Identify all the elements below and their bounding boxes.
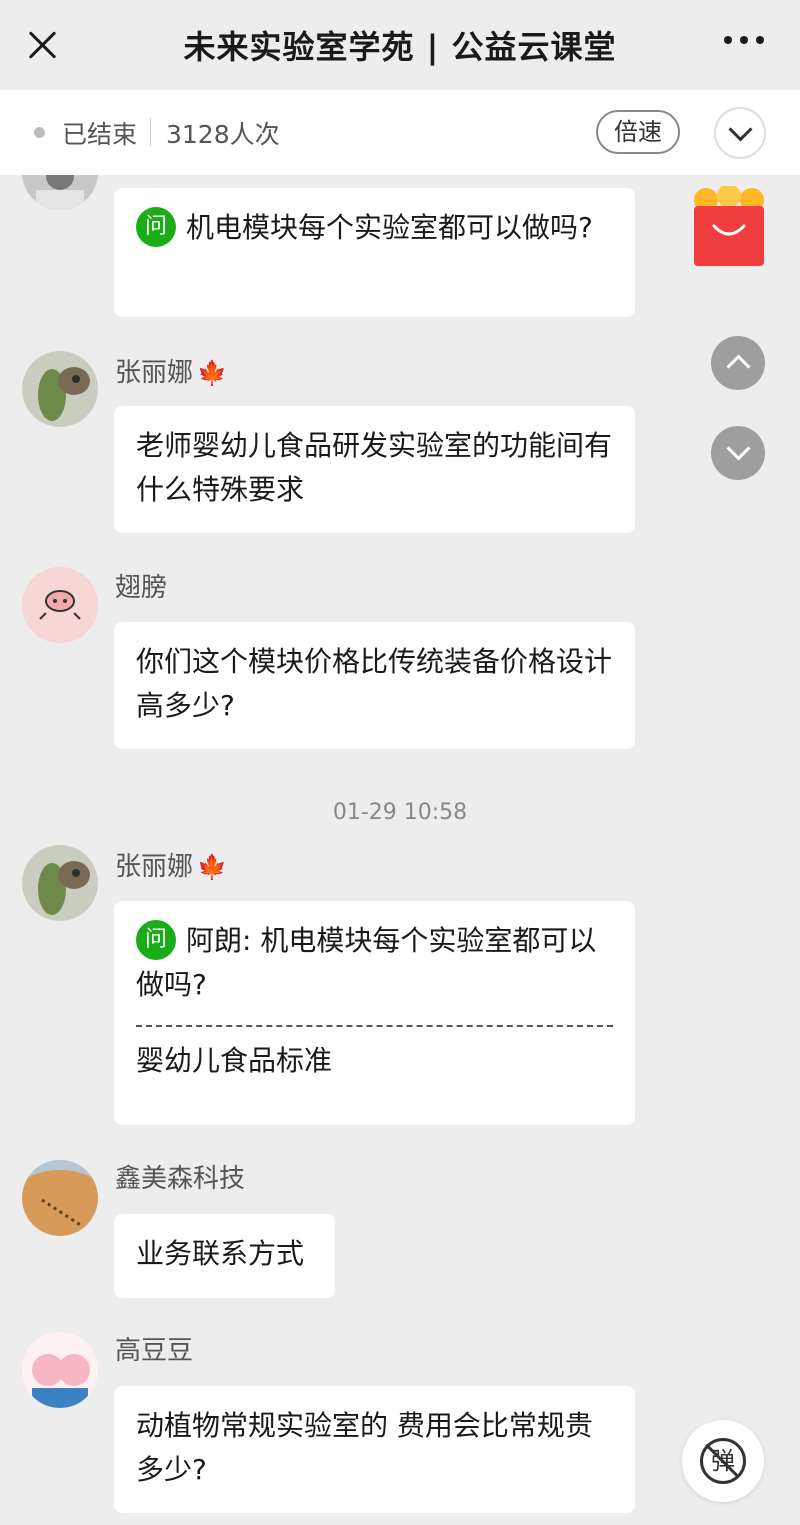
divider <box>150 118 151 146</box>
avatar[interactable] <box>22 351 98 427</box>
maple-leaf-icon: 🍁 <box>197 853 227 881</box>
dashed-divider <box>136 1025 613 1027</box>
avatar[interactable] <box>22 1160 98 1236</box>
message-text: 你们这个模块价格比传统装备价格设计高多少? <box>136 645 613 722</box>
question-badge: 问 <box>136 920 176 960</box>
live-status: 已结束 <box>62 120 138 149</box>
message-text: 老师婴幼儿食品研发实验室的功能间有什么特殊要求 <box>136 429 613 506</box>
chevron-down-icon <box>726 436 751 461</box>
chat-bubble: 业务联系方式 <box>114 1214 335 1298</box>
message-text: 婴幼儿食品标准 <box>136 1044 333 1077</box>
viewer-count: 3128人次 <box>166 120 280 149</box>
avatar[interactable] <box>22 1332 98 1408</box>
status-dot-icon <box>34 127 45 138</box>
avatar[interactable] <box>22 845 98 921</box>
more-icon[interactable] <box>724 36 764 44</box>
gift-bag-icon[interactable] <box>692 184 766 266</box>
user-name: 张丽娜 🍁 <box>115 852 227 882</box>
timestamp: 01-29 10:58 <box>332 800 468 825</box>
user-name: 翅膀 <box>115 573 168 603</box>
message-text: 机电模块每个实验室都可以做吗? <box>186 211 593 244</box>
user-name: 高豆豆 <box>115 1336 194 1366</box>
user-name: 张丽娜 🍁 <box>115 358 227 388</box>
chat-bubble: 问机电模块每个实验室都可以做吗? <box>114 188 635 317</box>
chat-bubble: 问阿朗: 机电模块每个实验室都可以做吗? 婴幼儿食品标准 <box>114 901 635 1125</box>
chat-bubble: 你们这个模块价格比传统装备价格设计高多少? <box>114 622 635 749</box>
chevron-down-icon[interactable] <box>714 107 766 159</box>
quoted-question: 问阿朗: 机电模块每个实验室都可以做吗? <box>136 919 613 1007</box>
message-text: 动植物常规实验室的 费用会比常规贵多少? <box>136 1409 593 1486</box>
maple-leaf-icon: 🍁 <box>197 359 227 387</box>
scroll-down-button[interactable] <box>711 426 765 480</box>
speed-button[interactable]: 倍速 <box>596 110 680 154</box>
danmaku-toggle-button[interactable]: 弹 <box>682 1420 764 1502</box>
top-bar: 未来实验室学苑 | 公益云课堂 <box>0 0 800 90</box>
question-badge: 问 <box>136 207 176 247</box>
user-name: 鑫美森科技 <box>115 1164 246 1194</box>
avatar[interactable] <box>22 567 98 643</box>
chat-bubble: 老师婴幼儿食品研发实验室的功能间有什么特殊要求 <box>114 406 635 533</box>
message-text: 业务联系方式 <box>136 1237 305 1270</box>
chat-bubble: 动植物常规实验室的 费用会比常规贵多少? <box>114 1386 635 1513</box>
scroll-up-button[interactable] <box>711 336 765 390</box>
page-title: 未来实验室学苑 | 公益云课堂 <box>183 28 617 66</box>
chevron-up-icon <box>726 354 751 379</box>
quote-text: 阿朗: 机电模块每个实验室都可以做吗? <box>136 924 597 1001</box>
